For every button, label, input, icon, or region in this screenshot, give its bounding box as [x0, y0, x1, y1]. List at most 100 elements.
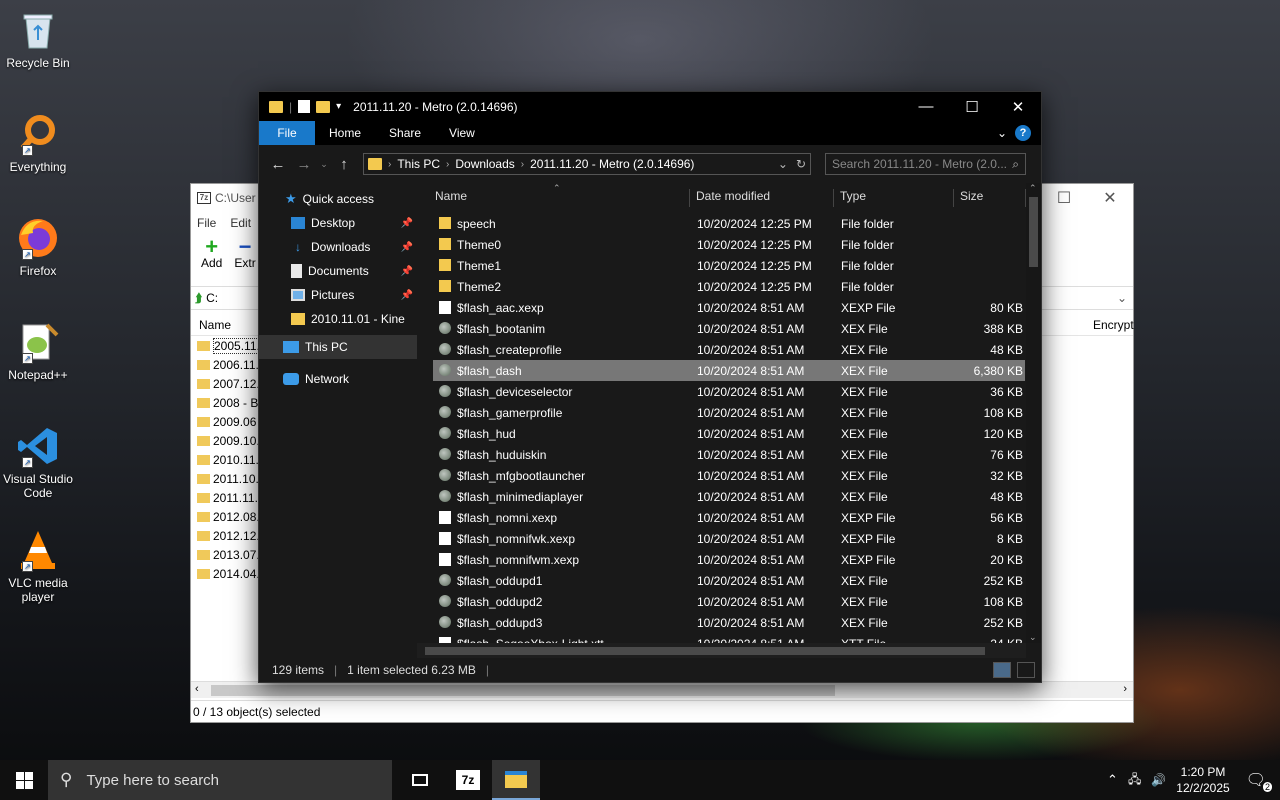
file-row[interactable]: $flash_nomnifwm.xexp 10/20/2024 8:51 AM XE…	[433, 549, 1025, 570]
sevenzip-list-item[interactable]: 2009.06	[197, 412, 259, 431]
chevron-down-icon[interactable]: ⌄	[1117, 291, 1127, 305]
nav-desktop[interactable]: Desktop 📌	[259, 211, 417, 235]
sevenzip-list-item[interactable]: 2005.11.	[197, 336, 259, 355]
large-icons-view-icon[interactable]	[1017, 662, 1035, 678]
extract-button[interactable]: − Extr	[234, 236, 255, 271]
taskbar-app-7zip[interactable]: 7z	[444, 760, 492, 800]
notification-center-button[interactable]: 🗨 2	[1246, 770, 1272, 792]
forward-arrow-icon[interactable]: →	[293, 156, 315, 173]
minimize-icon[interactable]: —	[903, 98, 949, 116]
nav-documents[interactable]: Documents 📌	[259, 259, 417, 283]
sevenzip-list-item[interactable]: 2011.10.	[197, 469, 259, 488]
sevenzip-list-item[interactable]: 2009.10.	[197, 431, 259, 450]
back-arrow-icon[interactable]: ←	[267, 156, 289, 173]
maximize-icon[interactable]: ☐	[1041, 188, 1087, 208]
tab-share[interactable]: Share	[375, 121, 435, 145]
file-row[interactable]: $flash_aac.xexp 10/20/2024 8:51 AM XEXP Fi…	[433, 297, 1025, 318]
scroll-right-icon[interactable]: ›	[1123, 683, 1127, 695]
file-row[interactable]: $flash_mfgbootlauncher 10/20/2024 8:51 AM…	[433, 465, 1025, 486]
tab-home[interactable]: Home	[315, 121, 375, 145]
nav-quick-access[interactable]: ★ Quick access	[259, 187, 417, 211]
pin-icon[interactable]: 📌	[401, 290, 413, 301]
explorer-titlebar[interactable]: | ▾ 2011.11.20 - Metro (2.0.14696) — ☐ ✕	[259, 92, 1041, 121]
file-row[interactable]: $flash_huduiskin 10/20/2024 8:51 AM XEX Fi…	[433, 444, 1025, 465]
file-row[interactable]: Theme0 10/20/2024 12:25 PM File folder	[433, 234, 1025, 255]
file-row[interactable]: $flash_deviceselector 10/20/2024 8:51 AM X…	[433, 381, 1025, 402]
file-row[interactable]: $flash_dash 10/20/2024 8:51 AM XEX File 6,3…	[433, 360, 1025, 381]
scroll-up-icon[interactable]: ⌃	[1029, 183, 1037, 194]
column-name[interactable]: Name	[199, 318, 231, 332]
taskbar-search-input[interactable]: ⚲ Type here to search	[48, 760, 392, 800]
volume-icon[interactable]: 🔊	[1151, 773, 1166, 787]
desktop-icon-vscode[interactable]: ↗ Visual Studio Code	[0, 424, 76, 500]
pin-icon[interactable]: 📌	[401, 242, 413, 253]
up-arrow-icon[interactable]: ↑	[333, 156, 355, 173]
file-row[interactable]: $flash_SegoeXbox-Light.xtt10/20/2024 8:5…	[433, 633, 1025, 643]
file-row[interactable]: $flash_nomnifwk.xexp 10/20/2024 8:51 AM XE…	[433, 528, 1025, 549]
chevron-right-icon[interactable]: ›	[388, 159, 391, 170]
chevron-right-icon[interactable]: ›	[446, 159, 449, 170]
horizontal-scrollbar[interactable]	[417, 643, 1026, 659]
sevenzip-list-item[interactable]: 2006.11.	[197, 355, 259, 374]
close-icon[interactable]: ✕	[995, 98, 1041, 116]
file-row[interactable]: Theme1 10/20/2024 12:25 PM File folder	[433, 255, 1025, 276]
desktop-icon-recycle-bin[interactable]: Recycle Bin	[0, 8, 76, 70]
network-icon[interactable]: 🖧	[1128, 770, 1141, 791]
start-button[interactable]	[0, 760, 48, 800]
chevron-right-icon[interactable]: ›	[521, 159, 524, 170]
sevenzip-horizontal-scrollbar[interactable]: ‹ ›	[191, 681, 1133, 698]
file-row[interactable]: $flash_minimediaplayer 10/20/2024 8:51 AM…	[433, 486, 1025, 507]
scroll-down-icon[interactable]: ⌄	[1029, 632, 1037, 643]
address-bar[interactable]: › This PC › Downloads › 2011.11.20 - Met…	[363, 153, 811, 175]
desktop-icon-firefox[interactable]: ↗ Firefox	[0, 216, 76, 278]
file-row[interactable]: $flash_nomni.xexp 10/20/2024 8:51 AM XEXP …	[433, 507, 1025, 528]
sevenzip-list-item[interactable]: 2013.07.	[197, 545, 259, 564]
menu-edit[interactable]: Edit	[230, 216, 251, 230]
desktop-icon-vlc[interactable]: ↗ VLC media player	[0, 528, 76, 604]
new-folder-icon[interactable]	[316, 100, 331, 113]
desktop-icon-everything[interactable]: ↗ Everything	[0, 112, 76, 174]
taskbar-app-file-explorer[interactable]	[492, 760, 540, 800]
show-hidden-icons-chevron-icon[interactable]: ⌃	[1107, 772, 1118, 788]
recent-chevron-icon[interactable]: ⌄	[319, 159, 329, 170]
file-row[interactable]: $flash_bootanim 10/20/2024 8:51 AM XEX Fil…	[433, 318, 1025, 339]
file-row[interactable]: $flash_oddupd1 10/20/2024 8:51 AM XEX File…	[433, 570, 1025, 591]
file-row[interactable]: $flash_oddupd2 10/20/2024 8:51 AM XEX File…	[433, 591, 1025, 612]
file-row[interactable]: $flash_gamerprofile 10/20/2024 8:51 AM XEX…	[433, 402, 1025, 423]
clock[interactable]: 1:20 PM 12/2/2025	[1176, 764, 1229, 796]
scroll-left-icon[interactable]: ‹	[195, 683, 199, 695]
column-name[interactable]: Name	[431, 189, 690, 207]
help-icon[interactable]: ?	[1015, 125, 1031, 141]
sevenzip-list-item[interactable]: 2012.12.	[197, 526, 259, 545]
maximize-icon[interactable]: ☐	[949, 98, 995, 116]
sevenzip-list-item[interactable]: 2008 - B	[197, 393, 259, 412]
quick-access-chevron-icon[interactable]: ▾	[336, 101, 341, 112]
nav-this-pc[interactable]: This PC	[259, 335, 417, 359]
sevenzip-list-item[interactable]: 2011.11.	[197, 488, 259, 507]
column-encrypt[interactable]: Encrypt	[1093, 318, 1134, 332]
explorer-window[interactable]: | ▾ 2011.11.20 - Metro (2.0.14696) — ☐ ✕…	[258, 91, 1042, 683]
sevenzip-list-item[interactable]: 2012.08.	[197, 507, 259, 526]
column-date-modified[interactable]: Date modified	[692, 189, 834, 207]
properties-icon[interactable]	[298, 100, 311, 113]
file-row[interactable]: Theme2 10/20/2024 12:25 PM File folder	[433, 276, 1025, 297]
nav-pictures[interactable]: Pictures 📌	[259, 283, 417, 307]
breadcrumb-this-pc[interactable]: This PC	[397, 157, 440, 171]
search-input[interactable]: Search 2011.11.20 - Metro (2.0... ⌕	[825, 153, 1026, 175]
sevenzip-list-item[interactable]: 2014.04.	[197, 564, 259, 583]
sevenzip-list-item[interactable]: 2007.12.	[197, 374, 259, 393]
desktop-icon-notepad-plus-plus[interactable]: ↗ Notepad++	[0, 320, 76, 382]
add-button[interactable]: + Add	[201, 236, 222, 271]
sevenzip-list-item[interactable]: 2010.11.	[197, 450, 259, 469]
vertical-scrollbar[interactable]: ⌃ ⌄	[1026, 183, 1041, 643]
nav-downloads[interactable]: ↓ Downloads 📌	[259, 235, 417, 259]
scroll-thumb[interactable]	[425, 647, 985, 655]
column-type[interactable]: Type	[836, 189, 954, 207]
pin-icon[interactable]: 📌	[401, 218, 413, 229]
expand-ribbon-icon[interactable]: ⌄	[997, 126, 1007, 140]
address-history-chevron-icon[interactable]: ⌄	[778, 157, 788, 171]
column-size[interactable]: Size	[956, 189, 1026, 207]
file-row[interactable]: $flash_createprofile 10/20/2024 8:51 AM XE…	[433, 339, 1025, 360]
nav-network[interactable]: Network	[259, 367, 417, 391]
scroll-thumb[interactable]	[1029, 197, 1038, 267]
